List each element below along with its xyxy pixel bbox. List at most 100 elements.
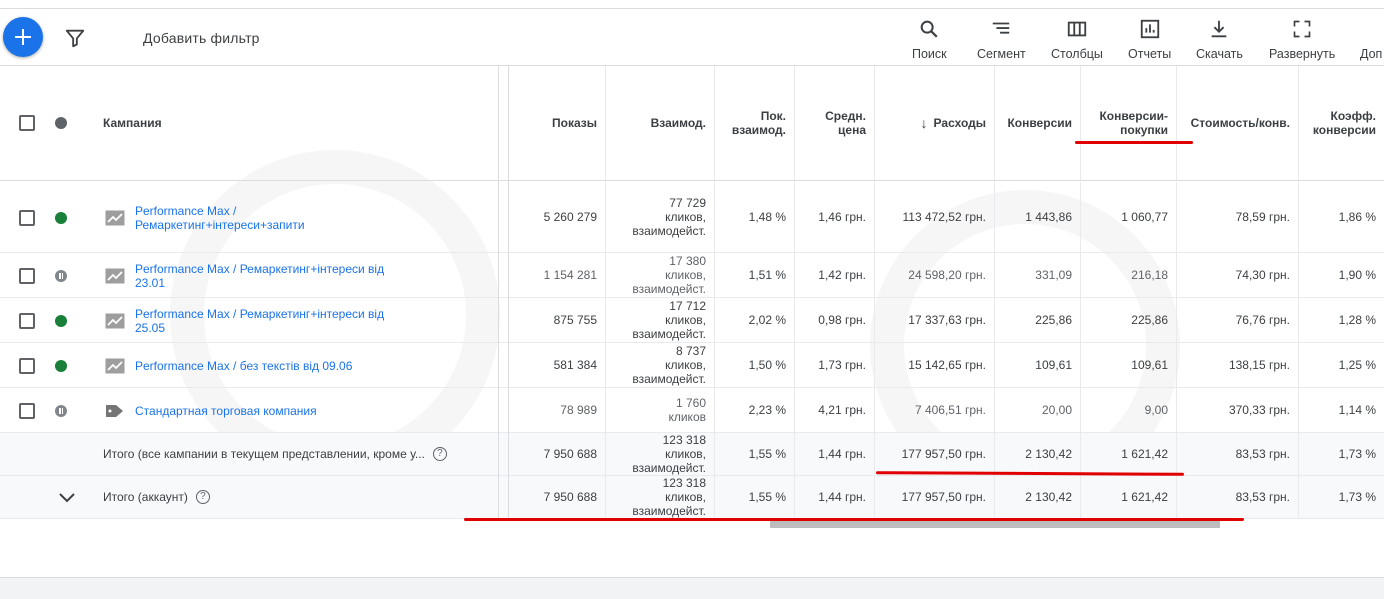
campaign-name-link[interactable]: Performance Max / Ремаркетинг+інтереси в…	[135, 307, 384, 335]
search-icon	[920, 20, 938, 38]
performance-max-icon	[105, 268, 125, 284]
tool-reports-label: Отчеты	[1128, 47, 1172, 61]
totals-label: Итого (аккаунт)?	[103, 490, 210, 505]
col-interactions[interactable]: Взаимод.	[606, 66, 715, 180]
cell-interactions: 1 760 кликов	[606, 388, 715, 432]
col-cost-per-conv[interactable]: Стоимость/конв.	[1177, 66, 1299, 180]
shopping-tag-icon	[105, 403, 125, 419]
add-button[interactable]	[3, 17, 43, 57]
col-impressions[interactable]: Показы	[509, 66, 606, 180]
total-impressions: 7 950 688	[509, 476, 606, 518]
campaign-name-link[interactable]: Performance Max / без текстів від 09.06	[135, 359, 352, 373]
col-interaction-rate[interactable]: Пок. взаимод.	[715, 66, 795, 180]
table-row[interactable]: Performance Max / Ремаркетинг+інтереси+з…	[0, 182, 1384, 253]
total-purchase-conversions: 1 621,42	[1081, 476, 1177, 518]
cell-conv-rate: 1,25 %	[1338, 358, 1376, 372]
tool-more[interactable]: Доп	[1360, 17, 1384, 61]
tool-search[interactable]: Поиск	[912, 17, 947, 61]
status-column-icon	[55, 117, 67, 129]
tool-reports[interactable]: Отчеты	[1128, 17, 1171, 61]
select-all-checkbox[interactable]	[19, 115, 35, 131]
row-checkbox[interactable]	[19, 402, 35, 419]
row-checkbox[interactable]	[19, 357, 35, 374]
tool-columns-label: Столбцы	[1051, 47, 1103, 61]
status-enabled-icon[interactable]	[55, 314, 67, 327]
row-checkbox[interactable]	[19, 209, 35, 226]
total-cost: 177 957,50 грн.	[875, 433, 995, 475]
cell-avg-cost: 1,73 грн.	[795, 343, 875, 387]
row-checkbox[interactable]	[19, 267, 35, 284]
total-impressions: 7 950 688	[509, 433, 606, 475]
cell-interactions: 77 729 кликов, взаимодейст.	[606, 182, 715, 252]
status-paused-icon[interactable]	[55, 269, 67, 282]
tool-segment[interactable]: Сегмент	[977, 17, 1026, 61]
status-enabled-icon[interactable]	[55, 359, 67, 372]
performance-max-icon	[105, 313, 125, 329]
cell-interaction-rate: 2,23 %	[715, 388, 795, 432]
horizontal-scrollbar[interactable]	[770, 521, 1220, 528]
add-filter-link[interactable]: Добавить фильтр	[143, 30, 260, 46]
col-cost[interactable]: ↓ Расходы	[875, 66, 995, 180]
cell-impressions: 875 755	[509, 298, 606, 342]
col-campaign[interactable]: Кампания	[103, 116, 162, 130]
row-checkbox[interactable]	[19, 312, 35, 329]
cell-avg-cost: 0,98 грн.	[795, 298, 875, 342]
cell-interactions: 17 712 кликов, взаимодейст.	[606, 298, 715, 342]
segment-icon	[993, 22, 1010, 34]
cell-conv-rate: 1,14 %	[1338, 403, 1376, 417]
total-cost: 177 957,50 грн.	[875, 476, 995, 518]
cell-interaction-rate: 1,48 %	[715, 182, 795, 252]
table-row[interactable]: Performance Max / Ремаркетинг+інтереси в…	[0, 253, 1384, 298]
col-purchase-conversions[interactable]: Конверсии- покупки	[1081, 66, 1177, 180]
expand-icon	[1293, 20, 1311, 38]
campaign-name-link[interactable]: Performance Max / Ремаркетинг+інтереси в…	[135, 262, 384, 290]
table-row[interactable]: Performance Max / Ремаркетинг+інтереси в…	[0, 298, 1384, 343]
col-conv-rate[interactable]: Коэфф. конверсии	[1299, 66, 1384, 180]
annotation-underline-header	[1075, 141, 1193, 144]
totals-label: Итого (все кампании в текущем представле…	[103, 447, 447, 462]
cell-avg-cost: 1,46 грн.	[795, 182, 875, 252]
total-conv-rate: 1,73 %	[1338, 447, 1376, 461]
table-header: Кампания Показы Взаимод. Пок. взаимод. С…	[0, 66, 1384, 181]
total-cost-per-conv: 83,53 грн.	[1177, 476, 1299, 518]
cell-cost: 15 142,65 грн.	[875, 343, 995, 387]
status-enabled-icon[interactable]	[55, 211, 67, 224]
tool-expand[interactable]: Развернуть	[1269, 17, 1335, 61]
campaign-name-link[interactable]: Стандартная торговая компания	[135, 404, 317, 418]
totals-row-filtered: Итого (все кампании в текущем представле…	[0, 433, 1384, 476]
table-row[interactable]: Performance Max / без текстів від 09.06 5…	[0, 343, 1384, 388]
cell-cost: 7 406,51 грн.	[875, 388, 995, 432]
cell-cost-per-conv: 370,33 грн.	[1177, 388, 1299, 432]
total-cost-per-conv: 83,53 грн.	[1177, 433, 1299, 475]
tool-download[interactable]: Скачать	[1196, 17, 1243, 61]
col-conversions[interactable]: Конверсии	[995, 66, 1081, 180]
help-icon[interactable]: ?	[432, 447, 447, 462]
col-avg-cost[interactable]: Средн. цена	[795, 66, 875, 180]
cell-cost-per-conv: 138,15 грн.	[1177, 343, 1299, 387]
campaign-name-link[interactable]: Performance Max / Ремаркетинг+інтереси+з…	[135, 204, 305, 232]
tool-columns[interactable]: Столбцы	[1051, 17, 1103, 61]
frozen-column-divider[interactable]	[498, 66, 509, 518]
toolbar: Добавить фильтр Поиск Сегмент Столбцы От…	[0, 8, 1384, 66]
total-interaction-rate: 1,55 %	[715, 433, 795, 475]
cell-conv-rate: 1,28 %	[1338, 313, 1376, 327]
chevron-down-icon[interactable]	[58, 490, 76, 511]
cell-cost-per-conv: 76,76 грн.	[1177, 298, 1299, 342]
reports-icon	[1140, 19, 1159, 39]
totals-row-account: Итого (аккаунт)? 7 950 688 123 318 кликов,…	[0, 476, 1384, 519]
table-row[interactable]: Стандартная торговая компания 78 989 1 760…	[0, 388, 1384, 433]
cell-avg-cost: 1,42 грн.	[795, 253, 875, 297]
cell-cost-per-conv: 78,59 грн.	[1177, 182, 1299, 252]
tool-download-label: Скачать	[1196, 47, 1243, 61]
total-conversions: 2 130,42	[995, 433, 1081, 475]
status-paused-icon[interactable]	[55, 404, 67, 417]
total-interactions: 123 318 кликов, взаимодейст.	[606, 476, 715, 518]
help-icon[interactable]: ?	[195, 490, 210, 505]
cell-purchase-conversions: 1 060,77	[1081, 182, 1177, 252]
performance-max-icon	[105, 210, 125, 226]
cell-interactions: 8 737 кликов, взаимодейст.	[606, 343, 715, 387]
sort-arrow-down-icon: ↓	[920, 115, 928, 131]
filter-icon[interactable]	[64, 27, 86, 49]
cell-impressions: 78 989	[509, 388, 606, 432]
cell-cost: 17 337,63 грн.	[875, 298, 995, 342]
